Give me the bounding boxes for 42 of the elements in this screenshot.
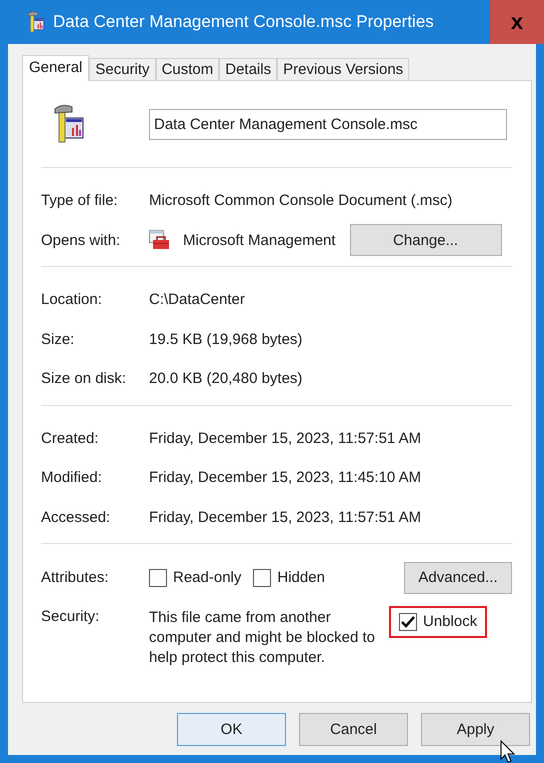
field-value: Friday, December 15, 2023, 11:45:10 AM <box>149 469 422 486</box>
field-label: Created: <box>41 430 100 447</box>
field-label: Type of file: <box>41 192 119 210</box>
checkbox[interactable] <box>399 612 417 630</box>
checkbox[interactable] <box>149 568 167 587</box>
tab[interactable]: Details <box>219 58 278 80</box>
field-label: Size on disk: <box>41 370 128 388</box>
app-icon <box>27 11 45 33</box>
ok-button[interactable]: OK <box>177 713 286 746</box>
tab[interactable]: Security <box>89 58 156 80</box>
field-value: C:\DataCenter <box>149 291 245 308</box>
checkbox-label: Hidden <box>277 569 325 586</box>
checkbox-label: Read-only <box>173 569 242 586</box>
field-label: Opens with: <box>41 232 122 249</box>
field-value: 19.5 KB (19,968 bytes) <box>149 330 302 348</box>
field-value: Microsoft Management <box>183 232 336 249</box>
field-value: Friday, December 15, 2023, 11:57:51 AM <box>149 508 422 526</box>
field-label: Size: <box>41 330 76 348</box>
advanced-button[interactable]: Advanced... <box>404 562 512 594</box>
file-name-field[interactable]: Data Center Management Console.msc <box>149 108 507 140</box>
field-label: Modified: <box>41 469 103 486</box>
close-button[interactable]: x <box>490 0 544 44</box>
security-message: This file came from another computer and might be blocked to help protect this computer. <box>149 608 376 668</box>
field-label: Attributes: <box>41 569 110 586</box>
checkbox[interactable] <box>253 568 272 587</box>
window-title: Data Center Management Console.msc Properties <box>53 12 435 32</box>
change-button[interactable]: Change... <box>350 224 502 256</box>
field-value: 20.0 KB (20,480 bytes) <box>149 370 302 388</box>
tab[interactable]: Previous Versions <box>277 58 410 80</box>
dialog-button[interactable]: Apply <box>421 713 530 746</box>
tab[interactable]: General <box>22 55 90 81</box>
field-value: Microsoft Common Console Document (.msc) <box>149 192 452 210</box>
file-icon <box>54 104 84 144</box>
tab[interactable]: Custom <box>156 58 220 80</box>
dialog-button[interactable]: Cancel <box>299 713 408 746</box>
checkbox-label: Unblock <box>423 613 478 630</box>
field-value: Friday, December 15, 2023, 11:57:51 AM <box>149 430 422 447</box>
field-label: Accessed: <box>41 508 112 526</box>
toolbox-icon <box>149 230 171 250</box>
field-label: Location: <box>41 291 103 308</box>
pointer-icon <box>500 740 518 763</box>
field-label: Security: <box>41 608 100 624</box>
